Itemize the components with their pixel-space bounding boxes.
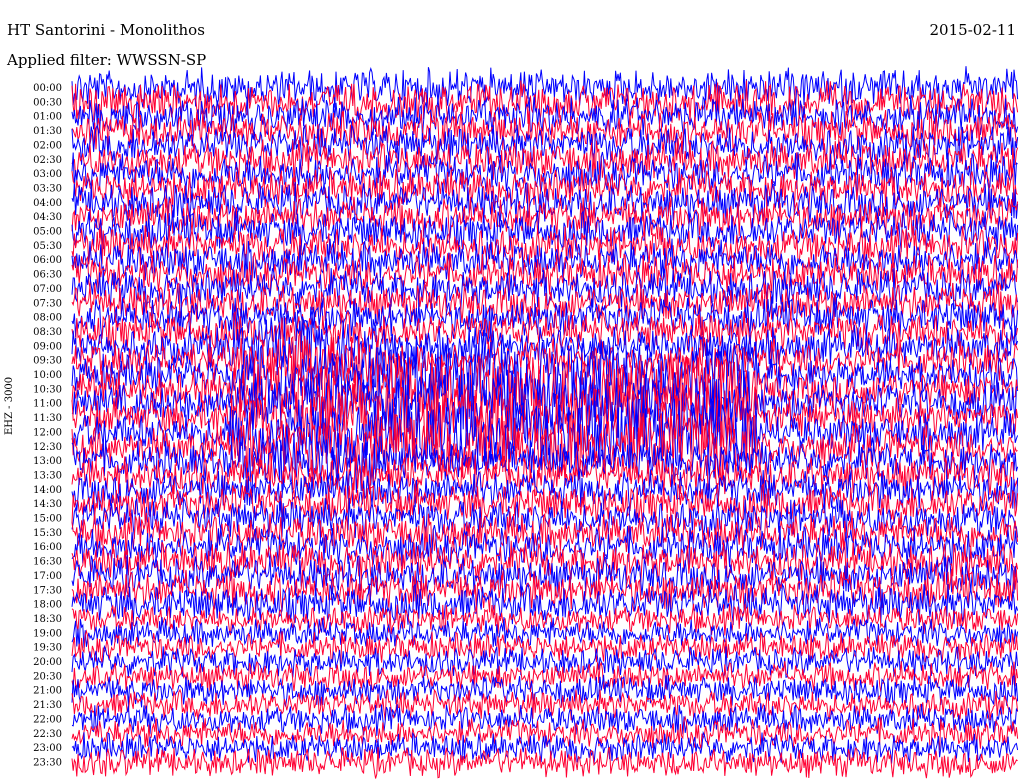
row-label-2230: 22:30 xyxy=(33,729,62,740)
row-label-1500: 15:00 xyxy=(33,514,62,525)
trace-row-0830 xyxy=(71,310,1019,354)
row-label-1130: 11:30 xyxy=(33,413,62,424)
row-label-0630: 06:30 xyxy=(33,270,62,281)
row-label-0900: 09:00 xyxy=(33,341,62,352)
row-label-1400: 14:00 xyxy=(33,485,62,496)
helicorder-plot: 00:00 00:30 01:00 01:30 02:00 02:30 03:00 03:30… xyxy=(33,66,1019,779)
row-label-1600: 16:00 xyxy=(33,542,62,553)
row-label-0000: 00:00 xyxy=(33,83,62,94)
row-label-0530: 05:30 xyxy=(33,241,62,252)
channel-label: EHZ - 3000 xyxy=(4,376,15,435)
row-label-0800: 08:00 xyxy=(33,313,62,324)
row-label-1300: 13:00 xyxy=(33,456,62,467)
trace-row-1600 xyxy=(71,524,1019,570)
row-label-1100: 11:00 xyxy=(33,399,62,410)
row-label-2200: 22:00 xyxy=(33,714,62,725)
row-label-0500: 05:00 xyxy=(33,227,62,238)
trace-group xyxy=(71,66,1019,779)
row-label-2100: 21:00 xyxy=(33,686,62,697)
trace-row-2000 xyxy=(71,644,1019,679)
row-label-0700: 07:00 xyxy=(33,284,62,295)
row-label-0830: 08:30 xyxy=(33,327,62,338)
row-label-1330: 13:30 xyxy=(33,470,62,481)
row-label-0930: 09:30 xyxy=(33,356,62,367)
row-label-1230: 12:30 xyxy=(33,442,62,453)
row-label-1030: 10:30 xyxy=(33,384,62,395)
row-label-0200: 02:00 xyxy=(33,140,62,151)
row-label-0400: 04:00 xyxy=(33,198,62,209)
row-label-0430: 04:30 xyxy=(33,212,62,223)
trace-row-1530 xyxy=(71,511,1019,555)
row-label-0330: 03:30 xyxy=(33,183,62,194)
row-label-1930: 19:30 xyxy=(33,643,62,654)
row-label-0230: 02:30 xyxy=(33,155,62,166)
row-label-2000: 20:00 xyxy=(33,657,62,668)
row-label-1830: 18:30 xyxy=(33,614,62,625)
row-label-0130: 01:30 xyxy=(33,126,62,137)
row-label-2130: 21:30 xyxy=(33,700,62,711)
row-label-1630: 16:30 xyxy=(33,557,62,568)
row-label-0300: 03:00 xyxy=(33,169,62,180)
row-label-0730: 07:30 xyxy=(33,298,62,309)
row-label-0600: 06:00 xyxy=(33,255,62,266)
row-label-0030: 00:30 xyxy=(33,97,62,108)
row-label-1200: 12:00 xyxy=(33,427,62,438)
row-label-1000: 10:00 xyxy=(33,370,62,381)
row-label-1430: 14:30 xyxy=(33,499,62,510)
row-label-2330: 23:30 xyxy=(33,757,62,768)
row-label-1730: 17:30 xyxy=(33,585,62,596)
row-label-group: 00:00 00:30 01:00 01:30 02:00 02:30 03:00 03:30… xyxy=(33,83,62,768)
row-label-1530: 15:30 xyxy=(33,528,62,539)
row-label-1900: 19:00 xyxy=(33,628,62,639)
row-label-2300: 23:00 xyxy=(33,743,62,754)
row-label-1800: 18:00 xyxy=(33,600,62,611)
row-label-0100: 01:00 xyxy=(33,112,62,123)
row-label-2030: 20:30 xyxy=(33,671,62,682)
row-label-1700: 17:00 xyxy=(33,571,62,582)
